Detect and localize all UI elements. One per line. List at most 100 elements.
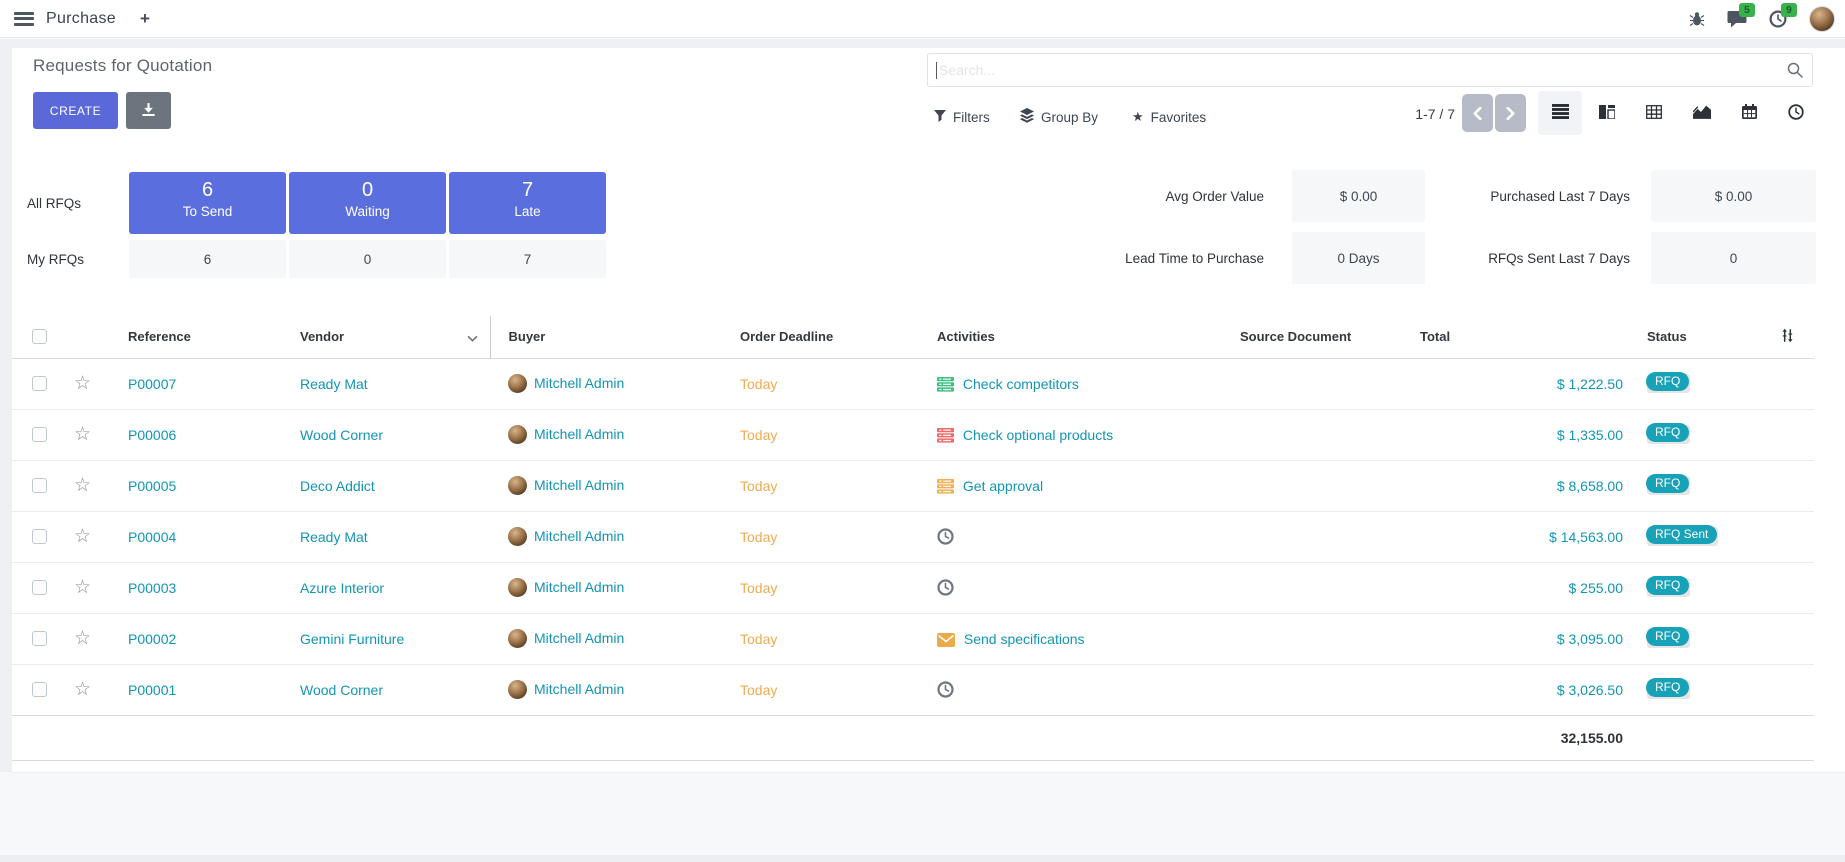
activity-label[interactable]: Get approval xyxy=(963,478,1043,494)
filters-button[interactable]: Filters xyxy=(934,104,990,130)
row-favorite-star-icon[interactable]: ☆ xyxy=(74,679,91,700)
table-row[interactable]: ☆ P00002 Gemini Furniture Mitchell Admin… xyxy=(12,613,1814,664)
buyer-link[interactable]: Mitchell Admin xyxy=(534,477,624,493)
tile-late[interactable]: 7 Late xyxy=(449,172,606,234)
activity-label[interactable]: Check optional products xyxy=(963,427,1113,443)
user-avatar[interactable] xyxy=(1809,6,1835,32)
row-favorite-star-icon[interactable]: ☆ xyxy=(74,628,91,649)
status-badge: RFQ xyxy=(1647,578,1690,597)
table-row[interactable]: ☆ P00004 Ready Mat Mitchell Admin Today … xyxy=(12,511,1814,562)
activity-mail-icon[interactable] xyxy=(937,633,955,647)
header-buyer[interactable]: Buyer xyxy=(490,316,735,358)
total-amount: $ 14,563.00 xyxy=(1549,529,1623,545)
search-input[interactable]: Search... xyxy=(927,53,1813,87)
reference-link[interactable]: P00006 xyxy=(128,427,176,443)
table-row[interactable]: ☆ P00001 Wood Corner Mitchell Admin Toda… xyxy=(12,664,1814,715)
reference-link[interactable]: P00005 xyxy=(128,478,176,494)
pager-prev-button[interactable] xyxy=(1462,94,1493,132)
row-favorite-star-icon[interactable]: ☆ xyxy=(74,475,91,496)
kanban-view-icon xyxy=(1599,105,1615,122)
row-checkbox[interactable] xyxy=(32,376,47,391)
pager-next-button[interactable] xyxy=(1495,94,1526,132)
reference-link[interactable]: P00002 xyxy=(128,631,176,647)
table-row[interactable]: ☆ P00007 Ready Mat Mitchell Admin Today … xyxy=(12,358,1814,409)
activity-clock-icon[interactable] xyxy=(937,681,954,698)
stat-purchased-value: $ 0.00 xyxy=(1651,170,1816,222)
header-source-document[interactable]: Source Document xyxy=(1240,316,1420,358)
vendor-link[interactable]: Azure Interior xyxy=(300,580,384,596)
view-switch-list[interactable] xyxy=(1538,91,1582,135)
new-tab-button[interactable]: + xyxy=(140,9,150,29)
graph-view-icon xyxy=(1693,104,1711,122)
buyer-link[interactable]: Mitchell Admin xyxy=(534,630,624,646)
vendor-link[interactable]: Deco Addict xyxy=(300,478,375,494)
export-button[interactable] xyxy=(126,92,171,129)
activities-clock-icon[interactable]: 9 xyxy=(1769,10,1787,28)
header-reference[interactable]: Reference xyxy=(105,316,285,358)
search-icon[interactable] xyxy=(1787,62,1803,78)
header-status[interactable]: Status xyxy=(1625,316,1760,358)
my-tile-to-send[interactable]: 6 xyxy=(129,240,286,278)
header-total[interactable]: Total xyxy=(1420,316,1625,358)
tile-to-send[interactable]: 6 To Send xyxy=(129,172,286,234)
row-favorite-star-icon[interactable]: ☆ xyxy=(74,577,91,598)
row-favorite-star-icon[interactable]: ☆ xyxy=(74,424,91,445)
row-favorite-star-icon[interactable]: ☆ xyxy=(74,526,91,547)
view-switch-calendar[interactable] xyxy=(1727,91,1771,135)
row-checkbox[interactable] xyxy=(32,580,47,595)
messages-icon[interactable]: 5 xyxy=(1727,10,1747,28)
table-row[interactable]: ☆ P00005 Deco Addict Mitchell Admin Toda… xyxy=(12,460,1814,511)
view-switch-kanban[interactable] xyxy=(1585,91,1629,135)
all-rfqs-label: All RFQs xyxy=(27,196,81,211)
view-switch-graph[interactable] xyxy=(1680,91,1724,135)
buyer-link[interactable]: Mitchell Admin xyxy=(534,579,624,595)
vendor-link[interactable]: Ready Mat xyxy=(300,376,368,392)
activity-clock-icon[interactable] xyxy=(937,528,954,545)
vendor-link[interactable]: Ready Mat xyxy=(300,529,368,545)
optional-columns-button[interactable] xyxy=(1760,316,1814,358)
view-switch-pivot[interactable] xyxy=(1632,91,1676,135)
tile-waiting[interactable]: 0 Waiting xyxy=(289,172,446,234)
reference-link[interactable]: P00007 xyxy=(128,376,176,392)
stat-avg-order-label: Avg Order Value xyxy=(1165,189,1264,204)
row-favorite-star-icon[interactable]: ☆ xyxy=(74,373,91,394)
create-button[interactable]: CREATE xyxy=(33,92,118,129)
header-vendor[interactable]: Vendor xyxy=(285,316,490,358)
view-switch-activity[interactable] xyxy=(1774,91,1818,135)
reference-link[interactable]: P00004 xyxy=(128,529,176,545)
buyer-link[interactable]: Mitchell Admin xyxy=(534,528,624,544)
buyer-link[interactable]: Mitchell Admin xyxy=(534,375,624,391)
reference-link[interactable]: P00001 xyxy=(128,682,176,698)
buyer-link[interactable]: Mitchell Admin xyxy=(534,681,624,697)
order-deadline-value: Today xyxy=(740,631,777,647)
vendor-link[interactable]: Gemini Furniture xyxy=(300,631,404,647)
row-checkbox[interactable] xyxy=(32,631,47,646)
apps-menu-icon[interactable] xyxy=(14,12,34,26)
app-name[interactable]: Purchase xyxy=(46,10,116,28)
activity-list-icon[interactable] xyxy=(937,479,954,494)
bug-icon[interactable] xyxy=(1689,11,1705,27)
row-checkbox[interactable] xyxy=(32,682,47,697)
select-all-checkbox[interactable] xyxy=(32,329,47,344)
row-checkbox[interactable] xyxy=(32,427,47,442)
activity-label[interactable]: Send specifications xyxy=(964,631,1085,647)
table-row[interactable]: ☆ P00006 Wood Corner Mitchell Admin Toda… xyxy=(12,409,1814,460)
vendor-link[interactable]: Wood Corner xyxy=(300,427,383,443)
reference-link[interactable]: P00003 xyxy=(128,580,176,596)
activity-label[interactable]: Check competitors xyxy=(963,376,1079,392)
buyer-link[interactable]: Mitchell Admin xyxy=(534,426,624,442)
my-tile-late[interactable]: 7 xyxy=(449,240,606,278)
table-row[interactable]: ☆ P00003 Azure Interior Mitchell Admin T… xyxy=(12,562,1814,613)
header-order-deadline[interactable]: Order Deadline xyxy=(735,316,925,358)
activity-clock-icon[interactable] xyxy=(937,579,954,596)
vendor-link[interactable]: Wood Corner xyxy=(300,682,383,698)
header-activities[interactable]: Activities xyxy=(925,316,1240,358)
row-checkbox[interactable] xyxy=(32,478,47,493)
group-by-button[interactable]: Group By xyxy=(1020,104,1098,130)
my-tile-waiting[interactable]: 0 xyxy=(289,240,446,278)
stat-purchased-label: Purchased Last 7 Days xyxy=(1490,189,1630,204)
favorites-button[interactable]: ★ Favorites xyxy=(1132,104,1206,130)
activity-list-icon[interactable] xyxy=(937,377,954,392)
row-checkbox[interactable] xyxy=(32,529,47,544)
activity-list-icon[interactable] xyxy=(937,428,954,443)
